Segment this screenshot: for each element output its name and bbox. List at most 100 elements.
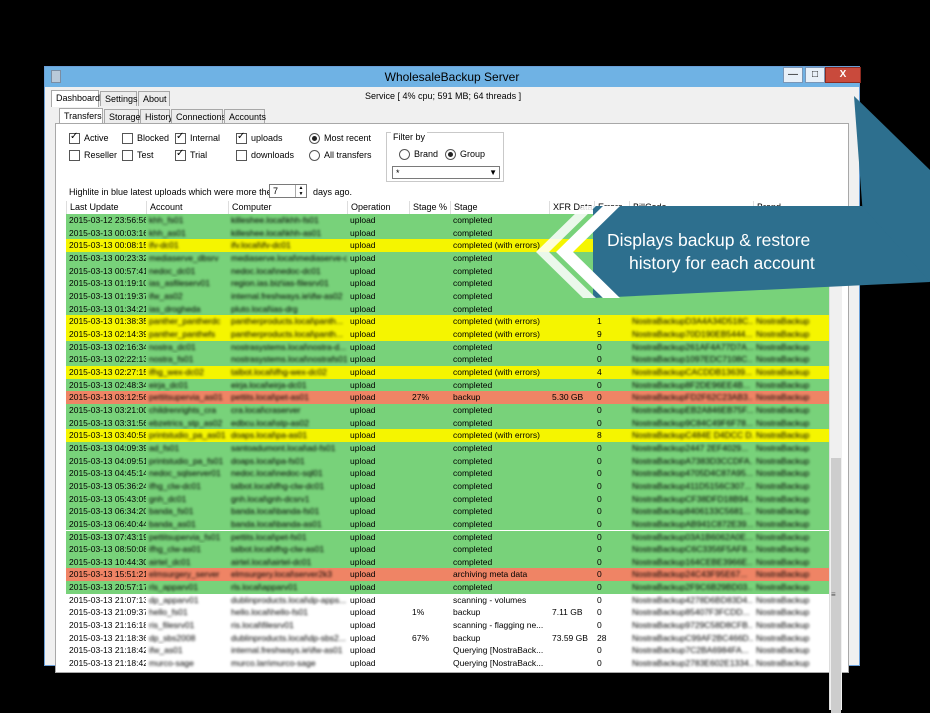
cell-account: panther_panthefs [149, 328, 216, 339]
highlight-label: Highlite in blue latest uploads which we… [69, 187, 277, 197]
table-row[interactable]: 2015-03-13 21:07:13 dp_apparv01 dublinprod… [66, 593, 830, 607]
vertical-scrollbar[interactable]: ≡ [829, 250, 842, 713]
tab-connections[interactable]: Connections [171, 109, 226, 124]
cell-stage: completed [453, 506, 493, 517]
table-row[interactable]: 2015-03-13 05:36:24 ifhg_clw-dc01 talbot.l… [66, 479, 830, 493]
cell-stage-pct: 27% [412, 392, 430, 403]
test-checkbox[interactable]: Test [122, 149, 154, 161]
cell-operation: upload [350, 506, 376, 517]
maximize-button[interactable]: □ [805, 67, 825, 83]
table-row[interactable]: 2015-03-13 02:27:15 ifhg_wex-dc02 talbot.l… [66, 365, 830, 379]
cell-brand: NostraBackup [756, 455, 810, 466]
scrollbar-thumb[interactable] [831, 458, 841, 713]
internal-checkbox[interactable]: Internal [175, 131, 220, 144]
active-checkbox[interactable]: Active [69, 131, 109, 144]
days-spinner[interactable]: 7 ▲ ▼ [269, 184, 307, 198]
column-header[interactable]: Last Update [66, 201, 146, 214]
trial-checkbox[interactable]: Trial [175, 148, 207, 161]
table-row[interactable]: 2015-03-13 21:16:18 ris_filesrv01 ris.loca… [66, 619, 830, 632]
table-row[interactable]: 2015-03-13 04:09:39 ad_fs01 santoadumont.l… [66, 441, 830, 455]
table-row[interactable]: 2015-03-13 03:12:56 pettitsupervia_as01 pe… [66, 391, 830, 404]
cell-stage-pct [409, 214, 450, 227]
table-row[interactable]: 2015-03-13 03:40:58 printstudio_pa_as01 do… [66, 429, 830, 442]
cell-operation: upload [350, 594, 376, 605]
table-row[interactable]: 2015-03-13 20:57:17 rls_apparv01 rls.local… [66, 581, 830, 594]
cell-stage: Querying [NostraBack... [453, 645, 544, 656]
table-row[interactable]: 2015-03-13 06:34:20 banda_fs01 banda.local… [66, 505, 830, 518]
column-header[interactable]: XFR Data [549, 201, 594, 214]
tab-accounts[interactable]: Accounts [224, 109, 266, 124]
cell-stage-pct [409, 556, 450, 569]
table-row[interactable]: 2015-03-13 10:44:30 airtel_dc01 airtel.loc… [66, 555, 830, 569]
callout-banner-tail [854, 96, 930, 282]
group-combo[interactable]: * ▼ [392, 166, 500, 179]
table-row[interactable]: 2015-03-13 08:50:08 ifhg_clw-as01 talbot.l… [66, 543, 830, 556]
cell-xfr [549, 417, 594, 430]
table-row[interactable]: 2015-03-13 07:43:19 pettitsupervia_fs01 pe… [66, 530, 830, 544]
column-header[interactable]: Brand [753, 201, 830, 214]
table-row[interactable]: 2015-03-13 02:48:34 eirja_dc01 eirja.local… [66, 378, 830, 392]
table-row[interactable]: 2015-03-13 03:21:00 childrenrights_cra cra… [66, 403, 830, 417]
table-row[interactable]: 2015-03-13 15:51:21 elmsurgery_server elms… [66, 568, 830, 582]
table-row[interactable]: 2015-03-13 21:18:42 murco-sage murco.lan\m… [66, 657, 830, 670]
tab-history[interactable]: History [140, 109, 173, 124]
cell-operation: upload [350, 341, 376, 352]
spinner-arrows-icon[interactable]: ▲ ▼ [295, 185, 306, 197]
table-row[interactable]: 2015-03-12 23:56:56 khh_fs01 killeshee.loc… [66, 214, 830, 227]
table-row[interactable]: 2015-03-13 01:19:37 ifw_as02 internal.fres… [66, 289, 830, 303]
cell-xfr [549, 581, 594, 594]
table-row[interactable]: 2015-03-13 02:16:34 nostra_dc01 nostrasyst… [66, 340, 830, 354]
close-button[interactable]: X [825, 67, 861, 83]
table-row[interactable]: 2015-03-13 06:40:44 banda_as01 banda.local… [66, 517, 830, 531]
column-header[interactable]: Operation [347, 201, 409, 214]
column-header[interactable]: Stage % [409, 201, 450, 214]
all-transfers-radio[interactable]: All transfers [309, 149, 372, 161]
cell-operation: upload [350, 569, 376, 580]
cell-errors: 0 [597, 468, 602, 479]
tab-storage[interactable]: Storage [104, 109, 141, 124]
blocked-checkbox[interactable]: Blocked [122, 132, 169, 144]
downloads-checkbox[interactable]: downloads [236, 149, 294, 161]
most-recent-radio[interactable]: Most recent [309, 132, 371, 144]
cell-account: hello_fs01 [149, 607, 188, 618]
cell-brand: NostraBackup [756, 341, 810, 352]
column-header[interactable]: BillCode [629, 201, 753, 214]
cell-stage-pct [409, 531, 450, 544]
tab-about[interactable]: About [138, 91, 170, 106]
table-row[interactable]: 2015-03-13 01:34:21 ias_drogheda pluto.loc… [66, 302, 830, 316]
cell-computer: eirja.local\eirja-dc01 [231, 379, 307, 390]
column-header[interactable]: Stage [450, 201, 549, 214]
brand-radio[interactable]: Brand [399, 148, 438, 160]
table-row[interactable]: 2015-03-13 01:19:10 ias_asfileserv01 regio… [66, 277, 830, 290]
table-row[interactable]: 2015-03-13 03:31:56 ebzetrics_stp_as02 edb… [66, 416, 830, 430]
cell-stage: scanning - flagging ne... [453, 620, 544, 631]
table-row[interactable]: 2015-03-13 04:09:51 printstudio_pa_fs01 do… [66, 454, 830, 468]
minimize-button[interactable]: — [783, 67, 803, 83]
title-bar[interactable]: WholesaleBackup Server — □ X [45, 67, 861, 87]
cell-last-update: 2015-03-13 21:18:42 [69, 658, 146, 669]
group-radio[interactable]: Group [445, 148, 485, 160]
column-header[interactable]: Account [146, 201, 228, 214]
table-row[interactable]: 2015-03-13 21:09:37 hello_fs01 hello.local… [66, 606, 830, 620]
tab-dashboard[interactable]: Dashboard [51, 90, 100, 107]
tab-settings[interactable]: Settings [100, 91, 138, 106]
cell-xfr [549, 493, 594, 506]
table-row[interactable]: 2015-03-13 02:14:39 panther_panthefs panth… [66, 327, 830, 341]
table-row[interactable]: 2015-03-13 21:18:42 ifw_as01 internal.fres… [66, 644, 830, 658]
column-header[interactable]: Errors [594, 201, 629, 214]
table-row[interactable]: 2015-03-13 21:18:36 dp_sbs2008 dublinprodu… [66, 631, 830, 645]
callout-line-2: history for each account [629, 253, 815, 273]
cell-account: ifw_as01 [149, 645, 183, 656]
table-row[interactable]: 2015-03-13 02:22:13 nostra_fs01 nostrasyst… [66, 353, 830, 366]
filter-by-legend: Filter by [391, 132, 428, 142]
table-row[interactable]: 2015-03-13 04:45:14 nedoc_sqlserver01 nedo… [66, 467, 830, 480]
column-header[interactable]: Computer [228, 201, 347, 214]
table-row[interactable]: 2015-03-13 01:38:35 panther_pantherdc pant… [66, 315, 830, 328]
cell-stage: backup [453, 632, 481, 643]
cell-errors: 0 [597, 404, 602, 415]
cell-account: nedoc_dc01 [149, 265, 196, 276]
reseller-checkbox[interactable]: Reseller [69, 149, 117, 161]
cell-last-update: 2015-03-13 01:34:21 [69, 303, 146, 314]
table-row[interactable]: 2015-03-13 05:43:05 gnh_dc01 gnh.local\gnh… [66, 492, 830, 506]
uploads-checkbox[interactable]: uploads [236, 131, 283, 144]
